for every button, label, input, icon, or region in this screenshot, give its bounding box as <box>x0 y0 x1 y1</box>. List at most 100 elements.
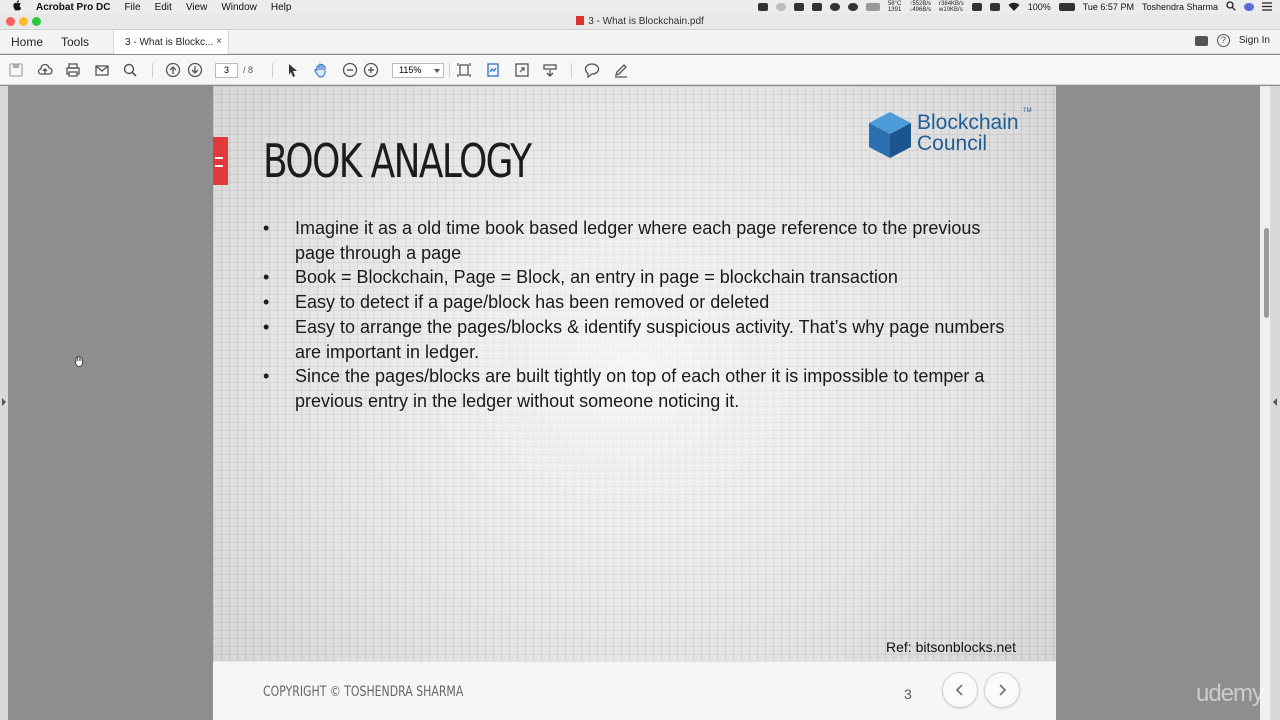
comment-icon[interactable] <box>584 62 600 78</box>
slide-page-number: 3 <box>904 686 912 702</box>
chevron-right-icon <box>999 684 1007 696</box>
page-number-input[interactable]: 3 <box>215 63 238 78</box>
keyboard-icon[interactable] <box>989 3 1000 11</box>
zoom-value: 115% <box>399 65 422 75</box>
save-icon[interactable] <box>8 62 24 78</box>
previous-page-icon[interactable] <box>165 62 181 78</box>
list-item: • Book = Blockchain, Page = Block, an ent… <box>263 265 1023 290</box>
display-icon[interactable] <box>811 3 822 11</box>
menu-window[interactable]: Window <box>221 2 257 13</box>
notification-center-icon[interactable] <box>1262 1 1272 13</box>
right-panel-toggle-icon[interactable] <box>1273 398 1277 406</box>
page-total: / 8 <box>243 65 254 75</box>
logo-trademark: TM <box>1023 108 1032 114</box>
zoom-select[interactable]: 115% <box>392 63 444 78</box>
dropbox-icon[interactable] <box>793 3 804 11</box>
next-slide-button[interactable] <box>984 672 1020 708</box>
slide-footer: COPYRIGHT © TOSHENDRA SHARMA 3 <box>213 661 1056 720</box>
bullet-icon: • <box>263 316 270 337</box>
menu-edit[interactable]: Edit <box>155 2 172 13</box>
slide-title: BOOK ANALOGY <box>263 134 532 188</box>
list-item: • Easy to detect if a page/block has been… <box>263 290 1023 315</box>
hand-tool-icon[interactable] <box>313 62 329 78</box>
zoom-out-icon[interactable] <box>342 62 358 78</box>
menu-extras: 58°C 1391 ↑552B/s ↓496B/s r384KB/s w10KB… <box>757 0 1272 14</box>
eject-icon[interactable] <box>971 3 982 11</box>
cube-icon <box>869 112 911 158</box>
vertical-scrollbar[interactable] <box>1260 86 1270 720</box>
bullet-icon: • <box>263 292 270 313</box>
nav-home[interactable]: Home <box>11 35 43 49</box>
chat-icon[interactable] <box>1194 35 1208 46</box>
email-icon[interactable] <box>94 62 110 78</box>
blockchain-council-logo: Blockchain Council TM <box>867 108 1032 160</box>
toolbar-divider <box>272 63 273 77</box>
left-panel-toggle-icon[interactable] <box>2 398 6 406</box>
app-header: Home Tools 3 - What is Blockc... × ? Sig… <box>0 30 1280 54</box>
logo-line-1: Blockchain <box>917 111 1019 134</box>
search-icon[interactable] <box>122 62 138 78</box>
menu-file[interactable]: File <box>124 2 140 13</box>
disk-write-value: w10KB/s <box>939 7 963 13</box>
user-name[interactable]: Toshendra Sharma <box>1142 2 1218 12</box>
header-actions: ? Sign In <box>1194 34 1270 47</box>
pdf-page: BOOK ANALOGY Blockchain Council TM • Imag… <box>213 86 1056 720</box>
apple-icon[interactable] <box>12 0 26 14</box>
menu-help[interactable]: Help <box>271 2 292 13</box>
fit-page-icon[interactable] <box>456 62 472 78</box>
scan-ocr-icon[interactable] <box>485 62 501 78</box>
battery-percent: 100% <box>1027 2 1051 12</box>
bullet-text: Since the pages/blocks are built tightly… <box>295 366 985 411</box>
clock[interactable]: Tue 6:57 PM <box>1083 2 1134 12</box>
next-page-icon[interactable] <box>187 62 203 78</box>
zoom-in-icon[interactable] <box>363 62 379 78</box>
section-marker <box>213 137 228 185</box>
copyright-text: COPYRIGHT © TOSHENDRA SHARMA <box>263 684 464 700</box>
cloud-upload-icon[interactable] <box>37 62 53 78</box>
battery-icon[interactable] <box>1058 3 1075 11</box>
document-tab-label: 3 - What is Blockc... <box>125 37 214 48</box>
logo-wordmark: Blockchain Council <box>917 112 1019 154</box>
menu-app-name[interactable]: Acrobat Pro DC <box>36 2 110 13</box>
network-readout: ↑552B/s ↓496B/s <box>909 1 931 13</box>
bullet-icon: • <box>263 267 270 288</box>
window-title: 3 - What is Blockchain.pdf <box>0 16 1280 27</box>
previous-slide-button[interactable] <box>942 672 978 708</box>
pen-icon[interactable] <box>613 62 629 78</box>
bullet-list: • Imagine it as a old time book based led… <box>263 216 1023 414</box>
window-titlebar: 3 - What is Blockchain.pdf <box>0 14 1280 30</box>
help-icon[interactable]: ? <box>1216 34 1230 47</box>
bullet-icon: • <box>263 366 270 387</box>
half-circle-icon[interactable] <box>847 3 858 11</box>
bullet-text: Easy to arrange the pages/blocks & ident… <box>295 316 1005 362</box>
menu-view[interactable]: View <box>186 2 208 13</box>
list-item: • Since the pages/blocks are built tightl… <box>263 364 1023 413</box>
meter-icon[interactable] <box>865 3 880 11</box>
document-tab[interactable]: 3 - What is Blockc... × <box>113 30 229 54</box>
scroll-mode-icon[interactable] <box>542 62 558 78</box>
sign-in-link[interactable]: Sign In <box>1239 35 1270 46</box>
spotlight-icon[interactable] <box>1226 1 1236 13</box>
hand-cursor-icon <box>74 354 84 367</box>
toolbar-divider <box>152 63 153 77</box>
scrollbar-thumb[interactable] <box>1264 228 1269 318</box>
bullet-icon: • <box>263 218 270 238</box>
full-screen-icon[interactable] <box>514 62 530 78</box>
siri-icon[interactable] <box>1244 3 1254 11</box>
close-tab-icon[interactable]: × <box>216 36 222 47</box>
pdf-file-icon <box>576 16 585 25</box>
nav-tools[interactable]: Tools <box>61 35 89 49</box>
chevron-left-icon <box>955 684 963 696</box>
moon-icon[interactable] <box>829 3 840 11</box>
toolbar-divider <box>449 63 450 77</box>
camera-icon[interactable] <box>757 3 768 11</box>
fan-value: 1391 <box>887 7 902 13</box>
logo-line-2: Council <box>917 132 988 155</box>
close-circle-icon[interactable] <box>775 3 786 11</box>
print-icon[interactable] <box>65 62 81 78</box>
temperature-readout: 58°C 1391 <box>888 1 901 13</box>
reference-note: Ref: bitsonblocks.net <box>886 639 1016 655</box>
window-title-text: 3 - What is Blockchain.pdf <box>588 16 704 27</box>
wifi-icon[interactable] <box>1008 2 1020 13</box>
select-cursor-icon[interactable] <box>285 62 301 78</box>
